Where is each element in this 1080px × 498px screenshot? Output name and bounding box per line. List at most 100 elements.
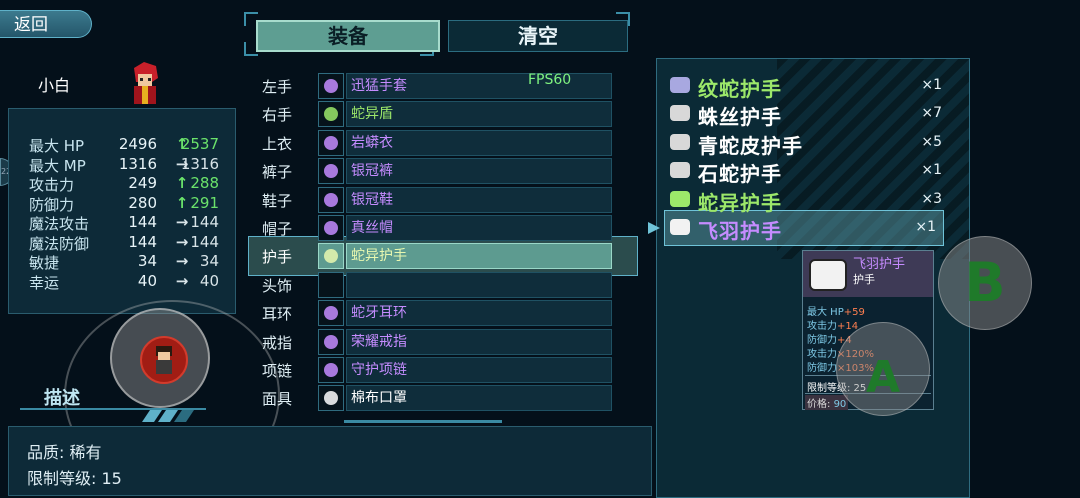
stat-current: 1316 <box>118 154 157 173</box>
tab-clear[interactable]: 清空 <box>448 20 628 52</box>
stat-trend-arrow-icon: ↑ <box>175 174 189 192</box>
ring-icon <box>318 328 344 355</box>
equipment-slot-row[interactable]: 戒指 荣耀戒指 <box>258 328 612 355</box>
inventory-item-qty: ×5 <box>921 133 942 150</box>
back-button[interactable]: 返回 <box>0 10 92 38</box>
stat-current: 144 <box>128 232 157 251</box>
necklace-icon <box>318 357 344 383</box>
inventory-item-name: 纹蛇护手 <box>698 77 782 101</box>
slot-label: 头饰 <box>262 276 293 295</box>
slot-item-name: 棉布口罩 <box>346 385 612 412</box>
b-button[interactable]: B <box>938 236 1032 330</box>
equipment-slot-row[interactable]: 面具 棉布口罩 <box>258 385 612 412</box>
equipment-slot-row[interactable]: 上衣 岩蟒衣 <box>258 129 612 156</box>
slot-label: 项链 <box>262 362 293 380</box>
gauntlet-icon <box>670 133 690 150</box>
slot-item-name: 银冠裤 <box>346 158 612 185</box>
a-button[interactable]: A <box>836 322 930 416</box>
slot-item-name: 迅猛手套 <box>346 73 612 99</box>
gauntlet-icon <box>670 162 690 179</box>
stat-name: 最大 MP <box>29 156 86 175</box>
tooltip-price: 价格: 90 <box>805 395 849 410</box>
slot-item-name: 守护项链 <box>346 357 612 383</box>
slot-label: 裤子 <box>262 163 293 182</box>
stat-row: 魔法攻击 144 → 144 <box>29 213 239 233</box>
inventory-item-qty: ×1 <box>921 77 942 93</box>
gauntlet-icon <box>670 105 690 122</box>
slot-item-name: 蛇异盾 <box>346 101 612 128</box>
stat-new: 288 <box>190 174 219 192</box>
stats-panel: 最大 HP 2496 ↑ 2537 最大 MP 1316 → 1316 攻击力 249 ↑ 288 防御… <box>8 108 236 314</box>
equipment-slot-row[interactable]: 裤子 银冠裤 <box>258 158 612 185</box>
inventory-item[interactable]: 蛛丝护手 ×7 <box>670 101 960 129</box>
stat-new: 291 <box>190 193 219 212</box>
slot-label: 戒指 <box>262 333 293 352</box>
tooltip-price-value: 90 <box>833 399 847 410</box>
stat-row: 最大 MP 1316 → 1316 <box>29 154 239 175</box>
stat-current: 34 <box>137 252 157 270</box>
slot-list-scrollbar[interactable] <box>344 420 502 423</box>
inventory-item-qty: ×3 <box>921 190 942 207</box>
inventory-item-qty: ×1 <box>915 219 936 235</box>
slot-item-name: 蛇牙耳环 <box>346 300 612 327</box>
stat-row: 最大 HP 2496 ↑ 2537 <box>29 135 239 155</box>
stat-new: 1316 <box>180 154 219 173</box>
equipment-slot-row[interactable]: 右手 蛇异盾 <box>258 101 612 128</box>
slot-item-name: 真丝帽 <box>346 215 612 241</box>
stat-trend-arrow-icon: → <box>175 271 189 290</box>
tooltip-item-type: 护手 <box>853 273 875 286</box>
stat-name: 魔法防御 <box>29 234 90 253</box>
boots-icon <box>318 186 344 213</box>
stat-name: 幸运 <box>29 273 60 292</box>
slot-label: 耳环 <box>262 305 293 324</box>
inventory-item-name: 蛛丝护手 <box>698 105 782 130</box>
description-deco-icon <box>142 410 194 422</box>
equipment-slot-row[interactable]: 耳环 蛇牙耳环 <box>258 300 612 327</box>
armor-icon <box>318 129 344 156</box>
inventory-item[interactable]: 蛇异护手 ×3 <box>670 187 960 215</box>
equipment-slot-row[interactable]: 鞋子 银冠鞋 <box>258 186 612 213</box>
description-quality: 品质: 稀有 <box>27 443 102 462</box>
stat-row: 攻击力 249 ↑ 288 <box>29 174 239 194</box>
description-tab[interactable]: 描述 <box>44 384 80 410</box>
slot-label: 护手 <box>262 248 293 267</box>
equipment-slot-row[interactable]: 头饰 <box>258 271 612 298</box>
empty-slot-icon <box>318 271 344 298</box>
tooltip-stat: 最大 HP+59 <box>807 303 865 318</box>
slot-item-name: 荣耀戒指 <box>346 328 612 355</box>
pants-icon <box>318 158 344 185</box>
gauntlet-icon <box>670 190 690 207</box>
stat-name: 攻击力 <box>29 176 75 194</box>
tab-equip[interactable]: 装备 <box>256 20 440 52</box>
stat-current: 144 <box>128 213 157 231</box>
tooltip-item-name: 飞羽护手 <box>853 257 906 272</box>
inventory-item[interactable]: 飞羽护手 ×1 <box>670 215 954 243</box>
inventory-item[interactable]: 青蛇皮护手 ×5 <box>670 130 960 158</box>
inventory-item-qty: ×7 <box>921 105 942 122</box>
stat-name: 最大 HP <box>29 137 85 155</box>
equipment-slot-row[interactable]: 项链 守护项链 <box>258 357 612 383</box>
inventory-item-qty: ×1 <box>921 162 942 179</box>
stat-name: 魔法攻击 <box>29 215 90 233</box>
gauntlet-icon <box>670 77 690 93</box>
stat-current: 40 <box>137 271 157 290</box>
tooltip-stat-label: 防御力 <box>807 363 837 374</box>
stat-name: 防御力 <box>29 195 75 214</box>
earring-icon <box>318 300 344 327</box>
slot-label: 帽子 <box>262 220 293 238</box>
equipment-slot-row[interactable]: 帽子 真丝帽 <box>258 215 612 241</box>
slot-label: 面具 <box>262 390 293 409</box>
inventory-item[interactable]: 石蛇护手 ×1 <box>670 158 960 186</box>
description-level: 限制等级: 15 <box>27 469 122 488</box>
inventory-item[interactable]: 纹蛇护手 ×1 <box>670 73 960 101</box>
slot-item-name <box>346 271 612 298</box>
slot-label: 右手 <box>262 106 293 125</box>
stat-new: 40 <box>199 271 219 290</box>
equipment-slot-row[interactable]: 护手 蛇异护手 <box>258 243 612 270</box>
inventory-item-name: 石蛇护手 <box>698 162 782 187</box>
character-name: 小白 <box>38 76 71 95</box>
inventory-item-name: 蛇异护手 <box>698 190 782 215</box>
slot-label: 左手 <box>262 78 293 96</box>
stat-new: 144 <box>190 213 219 231</box>
stat-current: 280 <box>128 193 157 212</box>
